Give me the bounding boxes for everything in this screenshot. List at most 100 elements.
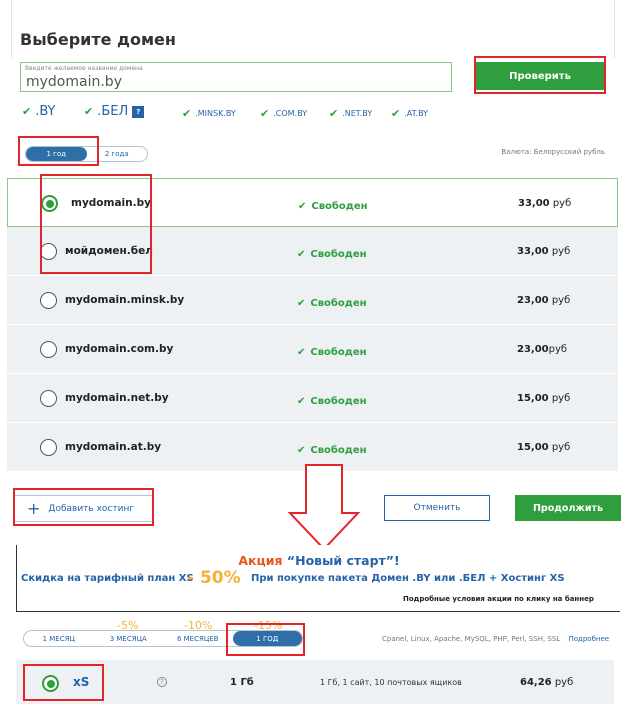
domain-input[interactable]: Введите желаемое название домена mydomai… — [20, 62, 452, 92]
promo-title-b: “Новый старт”! — [286, 553, 400, 568]
domain-row[interactable]: mydomain.minsk.by ✔ Свободен 23,00 руб — [7, 276, 618, 325]
domain-price-unit: руб — [551, 393, 571, 404]
zone-label: .MINSK.BY — [195, 109, 236, 118]
period-1-year[interactable]: 1 год — [26, 147, 87, 161]
currency-label: Валюта: Белорусский рубль — [501, 148, 605, 156]
domain-row[interactable]: mydomain.net.by ✔ Свободен 15,00 руб — [7, 374, 618, 423]
info-badge-icon[interactable]: ? — [132, 105, 145, 118]
domain-price: 23,00руб — [517, 344, 567, 355]
promo-title-a: Акция — [238, 553, 283, 568]
domain-input-label: Введите желаемое название домена — [25, 65, 143, 72]
plan-name: xS — [73, 675, 90, 689]
check-icon: ✔ — [297, 445, 306, 456]
domain-input-value[interactable]: mydomain.by — [26, 74, 122, 90]
domain-row[interactable]: mydomain.com.by ✔ Свободен 23,00руб — [7, 325, 618, 374]
check-icon: ✔ — [297, 396, 306, 407]
domain-status-text: Свободен — [310, 396, 367, 407]
domain-price-value: 15,00 — [517, 393, 549, 404]
domain-status-text: Свободен — [310, 249, 367, 260]
tab-1-year[interactable]: 1 ГОД — [232, 631, 302, 646]
domain-status-text: Свободен — [311, 201, 368, 212]
plan-price: 64,26 руб — [520, 677, 573, 688]
tech-stack-text: Cpanel, Linux, Apache, MySQL, PHP, Perl,… — [382, 635, 561, 643]
domain-status: ✔ Свободен — [297, 445, 367, 456]
domain-row[interactable]: mydomain.by ✔ Свободен 33,00 руб — [7, 178, 618, 227]
check-icon: ✔ — [391, 107, 401, 120]
check-icon: ✔ — [297, 347, 306, 358]
domain-status-text: Свободен — [310, 445, 367, 456]
radio-icon[interactable] — [40, 243, 57, 260]
check-icon: ✔ — [297, 298, 306, 309]
check-icon: ✔ — [329, 107, 339, 120]
radio-icon[interactable] — [40, 341, 57, 358]
domain-price-unit: руб — [551, 246, 571, 257]
domain-price-value: 33,00 — [518, 198, 550, 209]
domain-status: ✔ Свободен — [297, 249, 367, 260]
radio-selected-icon[interactable] — [42, 675, 59, 692]
domain-name: mydomain.minsk.by — [65, 294, 185, 306]
domain-row[interactable]: мойдомен.бел ✔ Свободен 33,00 руб — [7, 227, 618, 276]
more-link[interactable]: Подробнее — [568, 635, 609, 643]
check-icon: ✔ — [297, 249, 306, 260]
domain-status-text: Свободен — [310, 298, 367, 309]
tab-1-month[interactable]: 1 МЕСЯЦ — [24, 631, 94, 646]
card-edge-left — [11, 0, 12, 58]
domain-price-unit: руб — [548, 344, 568, 355]
domain-results: mydomain.by ✔ Свободен 33,00 руб мойдомен… — [7, 178, 618, 472]
promo-right-text: При покупке пакета Домен .BY или .БЕЛ + … — [251, 573, 565, 584]
domain-search-card: Выберите домен Введите желаемое название… — [0, 0, 625, 175]
domain-price: 23,00 руб — [517, 295, 570, 306]
tech-stack: Cpanel, Linux, Apache, MySQL, PHP, Perl,… — [382, 635, 609, 643]
zone-by[interactable]: ✔ .BY — [22, 104, 56, 119]
zone-com-by[interactable]: ✔ .COM.BY — [260, 107, 307, 120]
period-toggle: 1 год 2 года — [25, 146, 148, 162]
tab-6-months[interactable]: 6 МЕСЯЦЕВ — [163, 631, 233, 646]
radio-icon[interactable] — [40, 292, 57, 309]
continue-button[interactable]: Продолжить — [515, 495, 621, 521]
radio-selected-icon[interactable] — [41, 195, 58, 212]
check-icon: ✔ — [298, 201, 307, 212]
radio-icon[interactable] — [40, 439, 57, 456]
domain-name: mydomain.com.by — [65, 343, 174, 355]
page-title: Выберите домен — [20, 30, 176, 49]
zone-bel[interactable]: ✔ .БЕЛ ? — [84, 104, 145, 119]
check-icon: ✔ — [182, 107, 192, 120]
check-icon: ✔ — [260, 107, 270, 120]
domain-name: mydomain.net.by — [65, 392, 169, 404]
zone-label: .COM.BY — [273, 109, 308, 118]
domain-name: мойдомен.бел — [65, 245, 153, 257]
zone-minsk-by[interactable]: ✔ .MINSK.BY — [182, 107, 236, 120]
zone-net-by[interactable]: ✔ .NET.BY — [329, 107, 372, 120]
domain-name: mydomain.at.by — [65, 441, 162, 453]
check-icon: ✔ — [84, 105, 94, 118]
tab-3-months[interactable]: 3 МЕСЯЦА — [94, 631, 164, 646]
period-2-years[interactable]: 2 года — [87, 147, 148, 161]
domain-status: ✔ Свободен — [297, 298, 367, 309]
hosting-plan-row[interactable]: xS ? 1 Гб 1 Гб, 1 сайт, 10 почтовых ящик… — [16, 660, 614, 704]
cancel-button[interactable]: Отменить — [384, 495, 490, 521]
domain-price: 15,00 руб — [517, 393, 570, 404]
term-tabs: 1 МЕСЯЦ 3 МЕСЯЦА 6 МЕСЯЦЕВ 1 ГОД — [23, 630, 303, 647]
domain-status: ✔ Свободен — [298, 201, 368, 212]
promo-left-text: Скидка на тарифный план XS — [21, 573, 194, 584]
plan-disk: 1 Гб — [230, 677, 254, 688]
domain-name: mydomain.by — [71, 197, 151, 209]
zone-at-by[interactable]: ✔ .AT.BY — [391, 107, 428, 120]
domain-price-value: 23,00 — [517, 344, 549, 355]
add-hosting-button[interactable]: + Добавить хостинг — [14, 495, 154, 522]
domain-price-value: 15,00 — [517, 442, 549, 453]
promo-terms: Подробные условия акции по клику на банн… — [403, 595, 594, 603]
card-edge-right — [614, 0, 615, 58]
check-button[interactable]: Проверить — [475, 62, 605, 90]
radio-icon[interactable] — [40, 390, 57, 407]
domain-price-value: 33,00 — [517, 246, 549, 257]
help-icon[interactable]: ? — [157, 677, 167, 687]
plan-description: 1 Гб, 1 сайт, 10 почтовых ящиков — [320, 678, 462, 687]
domain-price-unit: руб — [552, 198, 572, 209]
promo-banner[interactable]: Акция “Новый старт”! Скидка на тарифный … — [16, 545, 620, 612]
plus-icon: + — [27, 498, 41, 518]
domain-price: 33,00 руб — [517, 246, 570, 257]
domain-status: ✔ Свободен — [297, 347, 367, 358]
plan-price-unit: руб — [554, 677, 574, 688]
down-arrow-icon — [288, 464, 360, 551]
